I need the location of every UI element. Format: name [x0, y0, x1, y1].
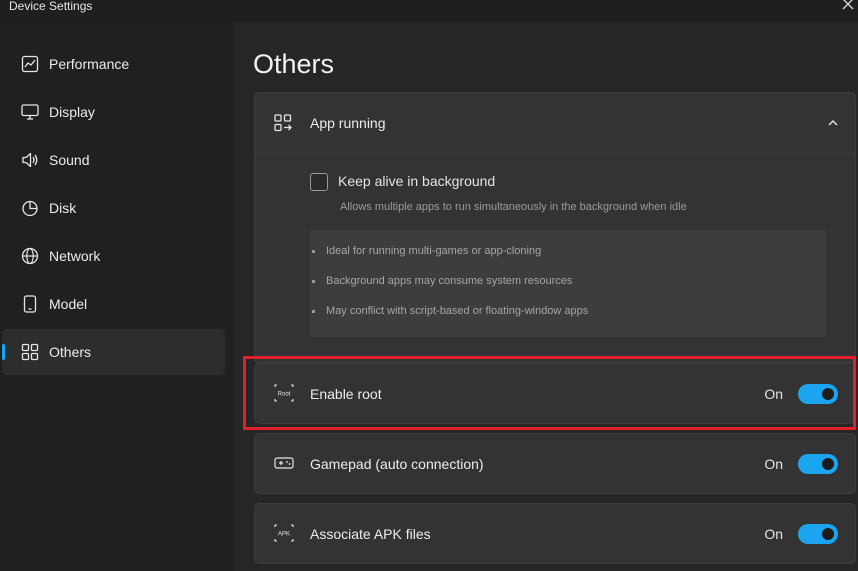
globe-icon: [21, 247, 39, 265]
performance-chart-icon: [21, 55, 39, 73]
sidebar-item-label: Disk: [49, 200, 77, 216]
keep-alive-checkbox[interactable]: [310, 173, 328, 191]
title-bar: Device Settings: [0, 0, 858, 22]
highlight-box: [243, 356, 856, 430]
app-running-header[interactable]: App running: [255, 93, 855, 153]
monitor-icon: [21, 104, 39, 120]
apk-icon: APK: [274, 524, 294, 542]
gamepad-icon: [274, 457, 294, 469]
info-item: Ideal for running multi-games or app-clo…: [311, 245, 542, 257]
sidebar-item-label: Sound: [49, 152, 90, 168]
apk-label: Associate APK files: [310, 526, 431, 542]
sidebar: Performance Display Sound Disk Network M…: [0, 22, 233, 571]
sidebar-item-disk[interactable]: Disk: [2, 185, 225, 231]
keep-alive-description: Allows multiple apps to run simultaneous…: [340, 201, 687, 213]
app-running-label: App running: [310, 115, 386, 131]
sidebar-item-label: Others: [49, 344, 92, 360]
apk-icon-text: APK: [278, 532, 290, 538]
sidebar-item-label: Display: [49, 104, 95, 120]
close-icon[interactable]: [840, 0, 856, 12]
pie-chart-icon: [22, 200, 38, 217]
apk-toggle[interactable]: [798, 524, 838, 544]
apk-card: APK Associate APK files On: [254, 503, 856, 564]
gamepad-card: Gamepad (auto connection) On: [254, 433, 856, 494]
info-box: Ideal for running multi-games or app-clo…: [310, 230, 826, 337]
sidebar-item-others[interactable]: Others: [2, 329, 225, 375]
page-title: Others: [253, 49, 335, 79]
keep-alive-label: Keep alive in background: [338, 173, 496, 189]
sidebar-item-label: Performance: [49, 56, 130, 72]
speaker-icon: [22, 152, 38, 168]
sidebar-item-label: Network: [49, 248, 101, 264]
phone-icon: [23, 295, 37, 313]
gamepad-label: Gamepad (auto connection): [310, 456, 484, 472]
sidebar-item-network[interactable]: Network: [2, 233, 225, 279]
gamepad-toggle[interactable]: [798, 454, 838, 474]
main-panel: Others App running Keep alive in backgro…: [233, 22, 858, 571]
sidebar-item-sound[interactable]: Sound: [2, 137, 225, 183]
sidebar-item-display[interactable]: Display: [2, 89, 225, 135]
sidebar-item-performance[interactable]: Performance: [2, 41, 225, 87]
divider: [255, 153, 855, 154]
window-title: Device Settings: [9, 0, 93, 13]
active-indicator: [2, 344, 5, 360]
apk-state: On: [764, 526, 783, 542]
info-item: Background apps may consume system resou…: [311, 275, 573, 287]
app-running-card: App running Keep alive in background All…: [254, 92, 856, 363]
info-item: May conflict with script-based or floati…: [311, 305, 589, 317]
sidebar-item-label: Model: [49, 296, 88, 312]
app-running-icon: [274, 114, 292, 132]
chevron-up-icon[interactable]: [827, 117, 839, 129]
grid-icon: [21, 343, 39, 361]
gamepad-state: On: [764, 456, 783, 472]
sidebar-item-model[interactable]: Model: [2, 281, 225, 327]
